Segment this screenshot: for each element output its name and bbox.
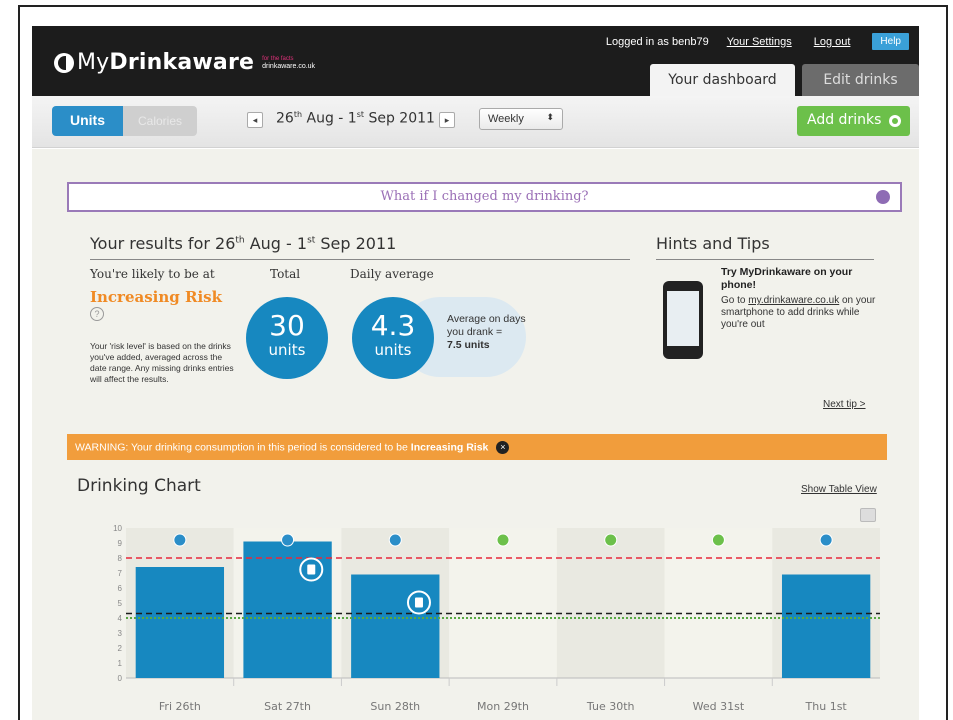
day-label: Fri 26th: [159, 700, 201, 713]
help-button[interactable]: Help: [872, 33, 909, 50]
calories-toggle-button[interactable]: Calories: [123, 106, 198, 136]
note-icon-glyph: [414, 597, 423, 608]
tab-dashboard[interactable]: Your dashboard: [650, 64, 795, 96]
tip-body: Go to my.drinkaware.co.uk on your smartp…: [721, 295, 876, 330]
y-tick-label: 4: [118, 614, 123, 623]
y-tick-label: 10: [113, 524, 122, 533]
day-label: Sat 27th: [264, 700, 311, 713]
add-day-icon[interactable]: [496, 533, 510, 547]
settings-link[interactable]: Your Settings: [727, 36, 792, 48]
expand-chevron-icon[interactable]: [876, 190, 890, 204]
add-drinks-label: Add drinks: [807, 112, 882, 128]
daily-average-circle: 4.3 units: [352, 297, 434, 379]
logo[interactable]: MyDrinkaware for the facts drinkaware.co.…: [54, 50, 315, 75]
total-units-circle: 30 units: [246, 297, 328, 379]
note-icon-glyph: [307, 564, 316, 575]
edit-day-icon[interactable]: [388, 533, 402, 547]
edit-day-icon[interactable]: [819, 533, 833, 547]
prev-week-button[interactable]: ◂: [247, 112, 263, 128]
day-label: Mon 29th: [477, 700, 529, 713]
day-label: Tue 30th: [586, 700, 635, 713]
select-caret-icon: ⬍: [546, 112, 554, 122]
drinking-chart: 0 1 2 3 4 5 6 7 8 9 10 Fri 26th Sat 27th Sun 28th Mon …: [70, 520, 890, 720]
mobile-site-link[interactable]: my.drinkaware.co.uk: [748, 295, 839, 306]
logout-link[interactable]: Log out: [814, 36, 851, 48]
chart-bar: [351, 574, 440, 678]
total-unit: units: [268, 341, 306, 359]
logo-text: MyDrinkaware: [77, 50, 255, 75]
daily-unit: units: [374, 341, 412, 359]
risk-note: Your 'risk level' is based on the drinks…: [90, 341, 234, 384]
day-column: [664, 528, 773, 678]
site-header: MyDrinkaware for the facts drinkaware.co.…: [32, 26, 919, 96]
y-tick-label: 0: [118, 674, 123, 683]
period-select[interactable]: Weekly ⬍: [479, 108, 563, 130]
logged-in-text: Logged in as benb79: [605, 35, 709, 48]
y-tick-label: 5: [118, 599, 123, 608]
add-day-icon[interactable]: [711, 533, 725, 547]
average-drank-text: Average on days you drank = 7.5 units: [447, 313, 526, 351]
daily-value: 4.3: [370, 309, 416, 342]
close-icon[interactable]: ×: [496, 441, 510, 454]
logo-icon: [54, 52, 74, 73]
total-value: 30: [269, 309, 305, 342]
tip-heading: Try MyDrinkaware on your phone!: [721, 266, 853, 291]
y-tick-label: 9: [118, 539, 123, 548]
help-icon[interactable]: ?: [90, 307, 104, 321]
chart-title: Drinking Chart: [77, 476, 201, 496]
day-column: [556, 528, 665, 678]
day-label: Wed 31st: [693, 700, 745, 713]
y-tick-label: 1: [118, 659, 123, 668]
day-column: [449, 528, 557, 678]
y-tick-label: 3: [118, 629, 123, 638]
daily-average-label: Daily average: [350, 267, 434, 281]
y-tick-label: 8: [118, 554, 123, 563]
chart-svg: 0 1 2 3 4 5 6 7 8 9 10 Fri 26th Sat 27th Sun 28th Mon …: [113, 524, 880, 713]
next-tip-link[interactable]: Next tip >: [823, 399, 866, 410]
units-calories-toggle: Units Calories: [52, 106, 198, 136]
add-drinks-button[interactable]: Add drinks: [797, 106, 910, 136]
edit-day-icon[interactable]: [281, 533, 295, 547]
toolbar: Units Calories ◂ 26th Aug - 1st Sep 2011…: [32, 96, 919, 148]
y-tick-label: 7: [118, 569, 123, 578]
account-links: Logged in as benb79 Your Settings Log ou…: [606, 33, 909, 50]
next-week-button[interactable]: ▸: [439, 112, 455, 128]
likely-label: You're likely to be at: [90, 267, 215, 281]
logo-subtitle: for the facts drinkaware.co.uk: [262, 55, 316, 70]
period-value: Weekly: [488, 113, 524, 125]
day-label: Thu 1st: [805, 700, 848, 713]
units-toggle-button[interactable]: Units: [52, 106, 123, 136]
hints-heading: Hints and Tips: [656, 234, 874, 260]
edit-day-icon[interactable]: [173, 533, 187, 547]
total-label: Total: [270, 267, 301, 281]
risk-level: Increasing Risk: [90, 288, 222, 306]
what-if-label: What if I changed my drinking?: [380, 189, 589, 204]
tab-edit-drinks[interactable]: Edit drinks: [802, 64, 919, 96]
what-if-panel[interactable]: What if I changed my drinking?: [67, 182, 902, 212]
chart-bar: [781, 574, 871, 678]
y-tick-label: 6: [118, 584, 123, 593]
results-heading: Your results for 26th Aug - 1st Sep 2011: [90, 234, 630, 260]
warning-banner: WARNING: Your drinking consumption in th…: [67, 434, 887, 460]
phone-image: [663, 281, 703, 359]
add-day-icon[interactable]: [604, 533, 618, 547]
chart-bar: [135, 567, 225, 678]
day-label: Sun 28th: [370, 700, 420, 713]
show-table-view-link[interactable]: Show Table View: [801, 484, 877, 495]
y-tick-label: 2: [118, 644, 123, 653]
add-icon: [889, 115, 901, 127]
date-range: 26th Aug - 1st Sep 2011: [276, 110, 435, 127]
